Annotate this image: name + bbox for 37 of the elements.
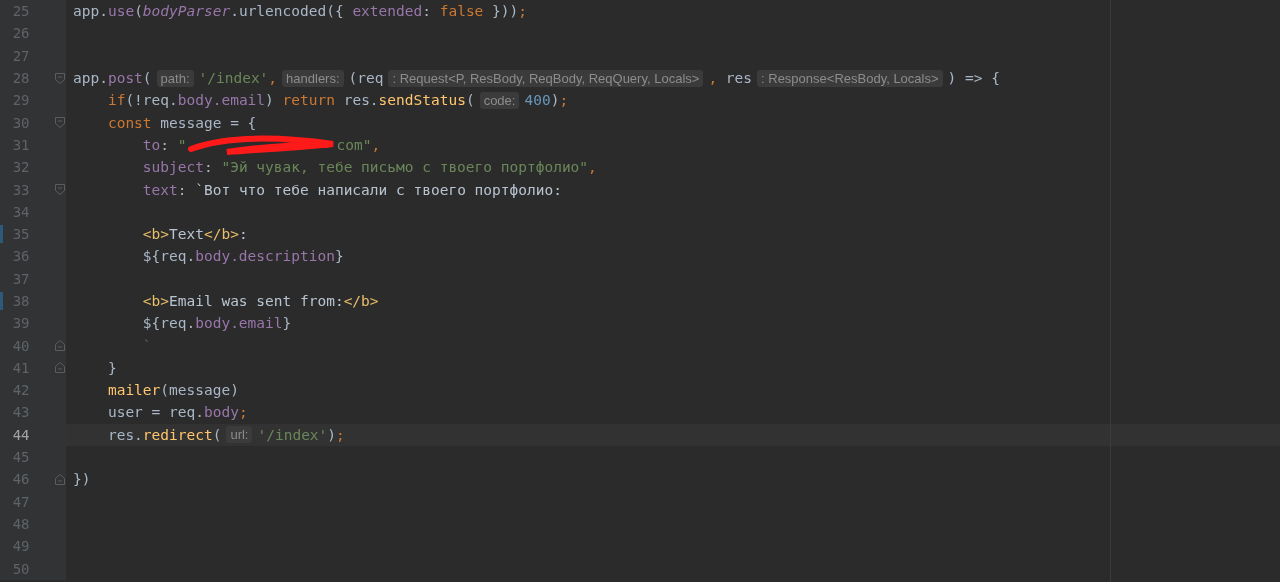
code-text: (req — [348, 70, 384, 87]
code-text: ` — [141, 337, 152, 354]
code-text: const message = { — [106, 114, 257, 131]
fold-icon[interactable] — [55, 473, 65, 485]
fold-icon[interactable] — [55, 117, 65, 129]
parameter-hint: code: — [479, 91, 520, 109]
parameter-hint: : Request<P, ResBody, ReqBody, ReqQuery, Locals> — [388, 69, 704, 87]
code-text: }) — [73, 471, 91, 488]
fold-icon[interactable] — [55, 362, 65, 374]
code-text: user = req.body; — [106, 404, 248, 421]
fold-icon[interactable] — [55, 340, 65, 352]
code-text: mailer(message) — [106, 382, 239, 399]
code-text: ${req.body.description} — [141, 248, 344, 265]
code-text: 400); — [524, 92, 569, 109]
code-text: res.redirect( — [106, 426, 222, 443]
code-text: '/index'); — [257, 426, 345, 443]
fold-icon[interactable] — [55, 184, 65, 195]
code-text: '/index', — [198, 70, 278, 87]
code-text: if(!req.body.email) return res.sendStatus( — [106, 92, 475, 109]
fold-icon[interactable] — [55, 72, 65, 84]
code-text: <b>Email was sent from:</b> — [141, 293, 379, 309]
code-text: text: `Вот что тебе написали с твоего портфолио: — [141, 181, 562, 198]
parameter-hint: url: — [226, 426, 253, 444]
line-number: 44 — [11, 426, 30, 443]
parameter-hint: handlers: — [282, 69, 344, 87]
parameter-hint: : Response<ResBody, Locals> — [757, 69, 943, 87]
code-text: <b>Text</b>: — [141, 226, 248, 243]
code-text: app.use(bodyParser.urlencoded({ extended: false })); — [73, 3, 527, 20]
code-text: ) => { — [947, 70, 1000, 87]
code-text: , res — [708, 70, 753, 87]
parameter-hint: path: — [156, 69, 194, 87]
code-text: com", — [336, 136, 381, 153]
code-text: } — [106, 359, 117, 376]
code-text: to: " — [141, 136, 187, 153]
code-text: ${req.body.email} — [141, 315, 292, 332]
code-text: subject: "Эй чувак, тебе письмо с твоего портфолио", — [141, 159, 597, 176]
code-text: app.post( — [73, 70, 152, 87]
